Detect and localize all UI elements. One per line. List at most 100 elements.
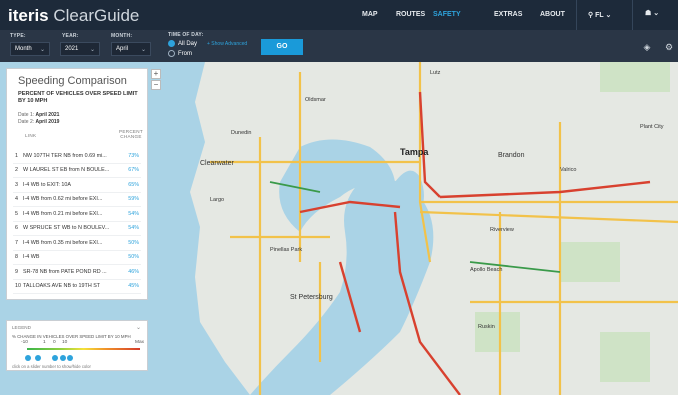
row-link[interactable]: I-4 WB bbox=[23, 254, 117, 260]
row-link[interactable]: NW 107TH TER NB from 0.69 mi... bbox=[23, 153, 117, 159]
slider-handle[interactable] bbox=[52, 355, 58, 361]
row-percent: 50% bbox=[128, 254, 139, 261]
row-link[interactable]: I-4 WB from 0.21 mi before EXI... bbox=[23, 211, 117, 217]
column-header-link[interactable]: LINK bbox=[25, 133, 36, 138]
map-label-brandon: Brandon bbox=[498, 152, 525, 159]
chevron-down-icon[interactable]: ⌄ bbox=[136, 324, 141, 331]
map-label-apollo-beach: Apollo Beach bbox=[470, 267, 503, 273]
layers-button[interactable]: ◈ bbox=[636, 36, 658, 58]
legend-panel: LEGEND ⌄ % CHANGE IN VEHICLES OVER SPEED… bbox=[6, 320, 148, 371]
user-menu[interactable]: ☗ ⌄ bbox=[645, 9, 659, 17]
table-row[interactable]: 3 I-4 WB to EXIT: 10A 65% bbox=[13, 178, 141, 193]
column-header-percent[interactable]: PERCENT CHANGE bbox=[118, 129, 144, 139]
map-label-lutz: Lutz bbox=[430, 70, 441, 76]
row-link[interactable]: I-4 WB from 0.35 mi before EXI... bbox=[23, 240, 117, 246]
legend-color-bar[interactable] bbox=[27, 348, 140, 350]
legend-num[interactable]: 10 bbox=[62, 340, 67, 345]
radio-unchecked-icon bbox=[168, 50, 175, 57]
row-number: 10 bbox=[15, 283, 21, 290]
radio-checked-icon bbox=[168, 40, 175, 47]
chevron-down-icon: ⌄ bbox=[140, 47, 146, 53]
panel-subtitle: PERCENT OF VEHICLES OVER SPEED LIMIT BY … bbox=[18, 91, 138, 104]
slider-handle[interactable] bbox=[35, 355, 41, 361]
layers-icon: ◈ bbox=[643, 42, 651, 52]
row-link[interactable]: TALLOAKS AVE NB to 19TH ST bbox=[23, 283, 117, 289]
region-selector[interactable]: ⚲ FL ⌄ bbox=[588, 11, 611, 19]
user-icon: ☗ bbox=[645, 10, 652, 17]
top-navigation-bar: iteris ClearGuide MAP ROUTES SAFETY EXTR… bbox=[0, 0, 678, 30]
table-row[interactable]: 5 I-4 WB from 0.21 mi before EXI... 54% bbox=[13, 207, 141, 222]
row-link[interactable]: I-4 WB from 0.62 mi before EXI... bbox=[23, 196, 117, 202]
row-link[interactable]: SR-78 NB from PATE POND RD ... bbox=[23, 269, 117, 275]
row-percent: 54% bbox=[128, 225, 139, 232]
month-label: MONTH: bbox=[111, 33, 133, 39]
table-row[interactable]: 2 W LAUREL ST EB from N BOULE... 67% bbox=[13, 164, 141, 178]
go-button[interactable]: GO bbox=[261, 39, 303, 55]
nav-about[interactable]: ABOUT bbox=[540, 11, 565, 18]
speeding-comparison-panel: Speeding Comparison PERCENT OF VEHICLES … bbox=[6, 68, 148, 300]
row-number: 2 bbox=[15, 167, 18, 174]
map-label-largo: Largo bbox=[210, 197, 225, 203]
legend-title: LEGEND bbox=[12, 325, 31, 330]
table-row[interactable]: 9 SR-78 NB from PATE POND RD ... 46% bbox=[13, 265, 141, 280]
row-percent: 50% bbox=[128, 239, 139, 246]
toggle-icon: ⚙ bbox=[664, 42, 674, 52]
row-link[interactable]: W SPRUCE ST WB to N BOULEV... bbox=[23, 225, 117, 231]
table-row[interactable]: 6 W SPRUCE ST WB to N BOULEV... 54% bbox=[13, 222, 141, 236]
table-row[interactable]: 1 NW 107TH TER NB from 0.69 mi... 73% bbox=[13, 149, 141, 164]
row-number: 7 bbox=[15, 239, 18, 246]
date-2: Date 2: April 2019 bbox=[18, 119, 60, 125]
speeding-table: 1 NW 107TH TER NB from 0.69 mi... 73% 2 W LA… bbox=[13, 149, 141, 294]
type-label: TYPE: bbox=[10, 33, 26, 39]
legend-num[interactable]: -10 bbox=[21, 340, 28, 345]
row-percent: 45% bbox=[128, 283, 139, 290]
year-select[interactable]: 2021 ⌄ bbox=[60, 42, 100, 56]
app-logo[interactable]: iteris ClearGuide bbox=[8, 6, 139, 26]
zoom-in-button[interactable]: + bbox=[151, 69, 161, 79]
table-row[interactable]: 10 TALLOAKS AVE NB to 19TH ST 45% bbox=[13, 280, 141, 294]
nav-separator bbox=[576, 0, 577, 30]
date-1: Date 1: April 2021 bbox=[18, 112, 60, 118]
panel-title: Speeding Comparison bbox=[18, 75, 127, 87]
row-percent: 59% bbox=[128, 196, 139, 203]
legend-num[interactable]: 1 bbox=[43, 340, 46, 345]
table-row[interactable]: 7 I-4 WB from 0.35 mi before EXI... 50% bbox=[13, 236, 141, 251]
legend-num[interactable]: 0 bbox=[53, 340, 56, 345]
row-number: 1 bbox=[15, 152, 18, 159]
slider-handle[interactable] bbox=[25, 355, 31, 361]
row-number: 4 bbox=[15, 196, 18, 203]
row-percent: 67% bbox=[128, 167, 139, 174]
row-percent: 73% bbox=[128, 152, 139, 159]
location-pin-icon: ⚲ bbox=[588, 12, 594, 19]
slider-handle[interactable] bbox=[67, 355, 73, 361]
month-select[interactable]: April ⌄ bbox=[111, 42, 151, 56]
nav-extras[interactable]: EXTRAS bbox=[494, 11, 522, 18]
legend-subtitle: % CHANGE IN VEHICLES OVER SPEED LIMIT BY… bbox=[12, 334, 131, 339]
table-row[interactable]: 8 I-4 WB 50% bbox=[13, 251, 141, 265]
year-label: YEAR: bbox=[62, 33, 79, 39]
all-day-radio[interactable]: All Day bbox=[168, 40, 197, 47]
chevron-down-icon: ⌄ bbox=[39, 47, 45, 53]
settings-toggle-button[interactable]: ⚙ bbox=[660, 36, 678, 58]
region-label: FL bbox=[595, 12, 604, 19]
map-label-oldsmar: Oldsmar bbox=[305, 97, 326, 103]
row-link[interactable]: W LAUREL ST EB from N BOULE... bbox=[23, 167, 117, 173]
chevron-down-icon: ⌄ bbox=[89, 47, 95, 53]
map-label-st-petersburg: St Petersburg bbox=[290, 294, 333, 301]
row-number: 5 bbox=[15, 210, 18, 217]
slider-handle[interactable] bbox=[60, 355, 66, 361]
nav-map[interactable]: MAP bbox=[362, 11, 378, 18]
type-select[interactable]: Month ⌄ bbox=[10, 42, 50, 56]
row-number: 3 bbox=[15, 181, 18, 188]
legend-num[interactable]: Max bbox=[135, 340, 144, 345]
nav-safety[interactable]: SAFETY bbox=[433, 11, 461, 18]
table-row[interactable]: 4 I-4 WB from 0.62 mi before EXI... 59% bbox=[13, 193, 141, 207]
from-radio[interactable]: From bbox=[168, 50, 192, 57]
show-advanced-link[interactable]: + Show Advanced bbox=[207, 41, 247, 47]
nav-routes[interactable]: ROUTES bbox=[396, 11, 425, 18]
row-percent: 65% bbox=[128, 181, 139, 188]
map-label-dunedin: Dunedin bbox=[231, 130, 252, 136]
zoom-out-button[interactable]: − bbox=[151, 80, 161, 90]
row-link[interactable]: I-4 WB to EXIT: 10A bbox=[23, 182, 117, 188]
row-percent: 54% bbox=[128, 210, 139, 217]
